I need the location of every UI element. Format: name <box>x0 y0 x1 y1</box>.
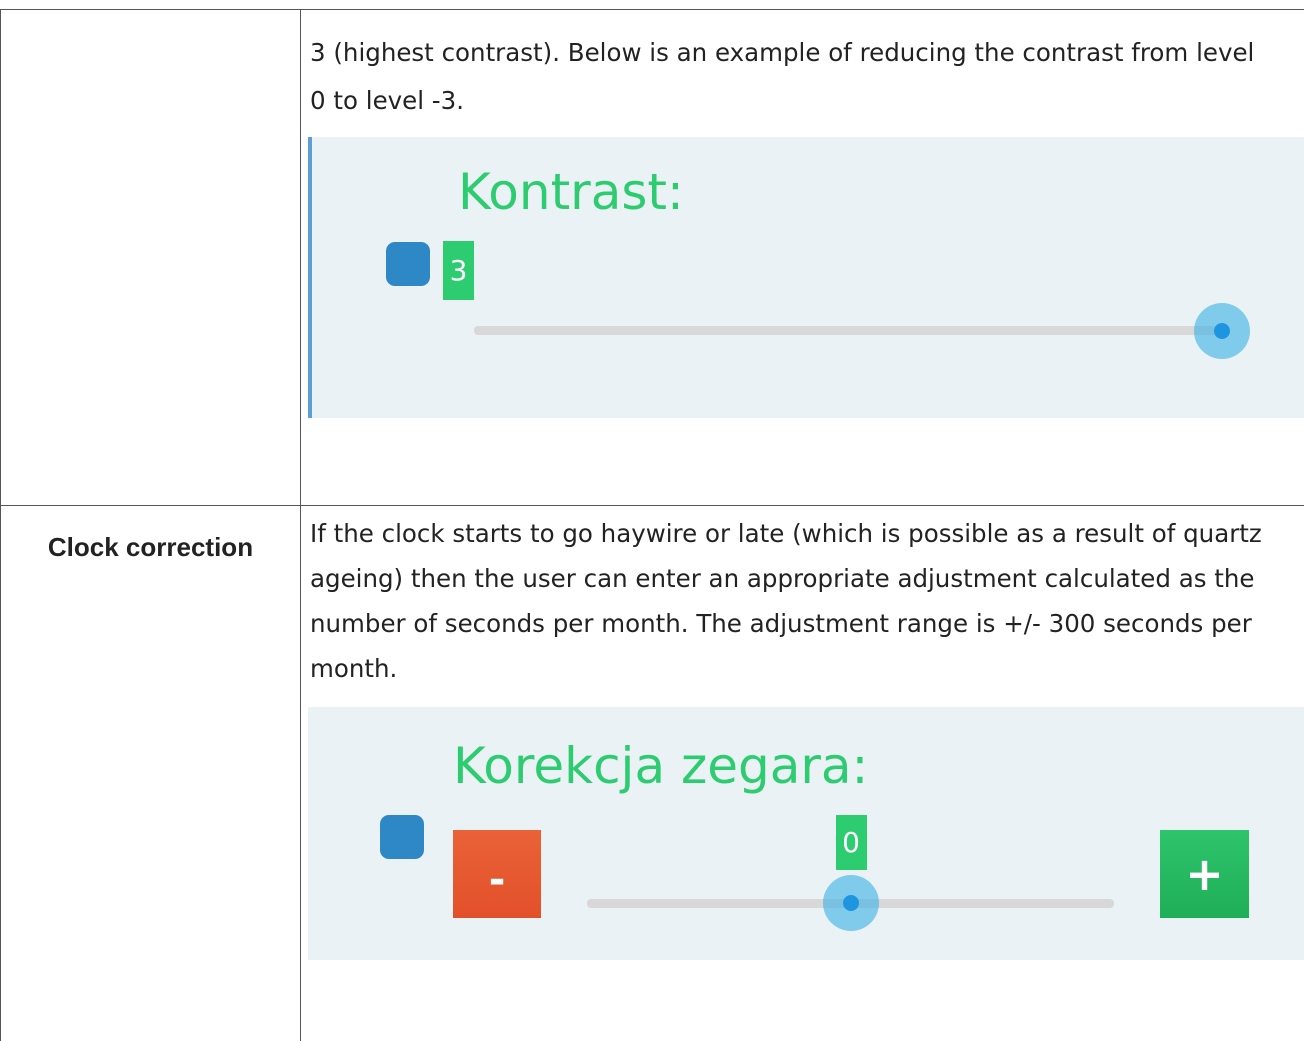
value-badge: 0 <box>835 815 867 870</box>
paragraph-line: 3 (highest contrast). Below is an exampl… <box>310 38 1255 67</box>
contrast-slider[interactable] <box>474 303 1250 385</box>
paragraph-line: month. <box>310 654 398 683</box>
column-divider <box>300 9 301 1041</box>
panel-accent-bar <box>308 137 312 418</box>
panel-title: Korekcja zegara: <box>453 737 869 795</box>
paragraph-line: If the clock starts to go haywire or lat… <box>310 519 1262 548</box>
slider-knob[interactable] <box>1194 303 1250 359</box>
paragraph-line: ageing) then the user can enter an appro… <box>310 564 1255 593</box>
table-top-border <box>0 9 1304 10</box>
value-badge: 3 <box>443 241 474 300</box>
paragraph-line: 0 to level -3. <box>310 86 465 115</box>
paragraph-line: number of seconds per month. The adjustm… <box>310 609 1252 638</box>
blue-square-icon <box>380 815 424 859</box>
row-divider <box>0 505 1304 506</box>
increase-button[interactable]: + <box>1160 830 1249 918</box>
decrease-button[interactable]: - <box>453 830 541 918</box>
blue-square-icon <box>386 242 430 286</box>
contrast-screenshot-panel: Kontrast: 3 <box>308 137 1304 418</box>
panel-title: Kontrast: <box>458 163 684 221</box>
slider-track <box>474 326 1222 335</box>
table-left-border <box>0 9 1 1041</box>
clock-correction-slider[interactable]: 0 <box>587 815 1127 931</box>
row-label: Clock correction <box>47 532 254 562</box>
slider-knob[interactable] <box>822 875 879 931</box>
clock-correction-screenshot-panel: Korekcja zegara: - 0 + <box>308 707 1304 960</box>
